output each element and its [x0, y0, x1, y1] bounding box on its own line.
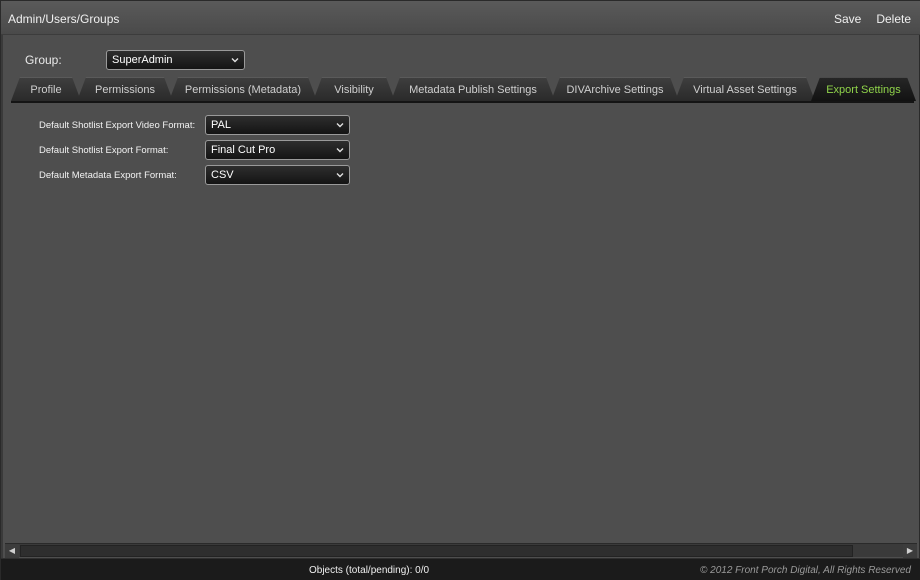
copyright-text: © 2012 Front Porch Digital, All Rights R…: [700, 565, 911, 576]
tab-permissions-metadata[interactable]: Permissions (Metadata): [169, 77, 317, 101]
shotlist-format-value: Final Cut Pro: [211, 144, 276, 156]
chevron-down-icon: [231, 58, 239, 63]
tab-label: Metadata Publish Settings: [409, 84, 537, 96]
app-window: Admin/Users/Groups Save Delete Group: Su…: [0, 0, 920, 580]
tab-profile[interactable]: Profile: [11, 77, 81, 101]
shotlist-format-label: Default Shotlist Export Format:: [39, 144, 169, 156]
save-button[interactable]: Save: [834, 12, 861, 26]
tab-label: Visibility: [334, 84, 374, 96]
metadata-format-value: CSV: [211, 169, 234, 181]
tab-label: Virtual Asset Settings: [693, 84, 797, 96]
title-bar: Admin/Users/Groups Save Delete: [1, 1, 920, 35]
chevron-down-icon: [336, 173, 344, 178]
video-format-row: Default Shotlist Export Video Format: PA…: [39, 115, 350, 135]
objects-count: Objects (total/pending): 0/0: [309, 565, 430, 576]
shotlist-format-row: Default Shotlist Export Format: Final Cu…: [39, 140, 350, 160]
group-label: Group:: [25, 53, 62, 67]
tab-label: Profile: [30, 84, 62, 96]
tab-metadata-publish-settings[interactable]: Metadata Publish Settings: [391, 77, 555, 101]
metadata-format-dropdown[interactable]: CSV: [205, 165, 350, 185]
tab-virtual-asset-settings[interactable]: Virtual Asset Settings: [675, 77, 815, 101]
tab-divarchive-settings[interactable]: DIVArchive Settings: [551, 77, 679, 101]
group-dropdown-value: SuperAdmin: [112, 54, 173, 66]
shotlist-format-dropdown[interactable]: Final Cut Pro: [205, 140, 350, 160]
scroll-left-icon[interactable]: ◀: [5, 544, 19, 558]
breadcrumb: Admin/Users/Groups: [8, 12, 120, 26]
tab-strip: Profile Permissions Permissions (Metadat…: [11, 77, 916, 101]
export-settings-panel: Default Shotlist Export Video Format: PA…: [5, 103, 915, 543]
scroll-right-icon[interactable]: ▶: [903, 544, 917, 558]
scrollbar-thumb[interactable]: [20, 545, 853, 557]
tab-label: Permissions: [95, 84, 155, 96]
tab-label: Permissions (Metadata): [184, 84, 302, 96]
group-selector-row: Group: SuperAdmin: [25, 49, 245, 71]
video-format-dropdown[interactable]: PAL: [205, 115, 350, 135]
tab-permissions[interactable]: Permissions: [77, 77, 173, 101]
tab-export-settings[interactable]: Export Settings: [811, 77, 916, 101]
horizontal-scrollbar[interactable]: ◀ ▶: [5, 543, 917, 558]
delete-button[interactable]: Delete: [876, 12, 911, 26]
tab-label: Export Settings: [826, 84, 901, 96]
chevron-down-icon: [336, 123, 344, 128]
tab-label: DIVArchive Settings: [566, 84, 664, 96]
metadata-format-row: Default Metadata Export Format: CSV: [39, 165, 350, 185]
video-format-value: PAL: [211, 119, 231, 131]
tab-visibility[interactable]: Visibility: [313, 77, 395, 101]
video-format-label: Default Shotlist Export Video Format:: [39, 119, 196, 131]
window-left-edge: [1, 35, 3, 558]
metadata-format-label: Default Metadata Export Format:: [39, 169, 177, 181]
header-actions: Save Delete: [834, 12, 911, 26]
status-bar: Objects (total/pending): 0/0 © 2012 Fron…: [1, 558, 920, 580]
chevron-down-icon: [336, 148, 344, 153]
group-dropdown[interactable]: SuperAdmin: [106, 50, 245, 70]
